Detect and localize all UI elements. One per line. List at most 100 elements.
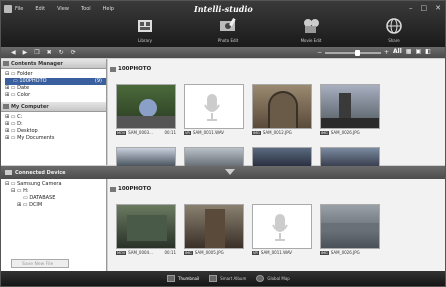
tree-label: Folder <box>17 71 33 77</box>
tree-item-100photo[interactable]: ▭ 100PHOTO (9) <box>5 78 106 85</box>
tree-label: DCIM <box>29 202 43 208</box>
thumbnail-image <box>320 147 380 167</box>
tree-item-date[interactable]: ⊞ ▭ Date <box>5 85 106 92</box>
thumbnail-tile[interactable]: VR SAM_0011.WAV <box>184 84 244 135</box>
device-icon <box>5 170 12 175</box>
detail-view-icon[interactable]: ◧ <box>425 48 431 55</box>
app-window: File Edit View Tool Help Intelli-studio … <box>0 0 446 287</box>
thumbnail-tile[interactable]: MOV SAM_0004... 00:11 <box>116 204 176 255</box>
tree-label: D: <box>17 121 23 127</box>
zoom-slider[interactable] <box>325 49 382 56</box>
tree-item-documents[interactable]: ⊞ ▭ My Documents <box>5 135 106 142</box>
tab-global-map[interactable]: Global Map <box>256 275 290 282</box>
device-view: 100PHOTO MOV SAM_0004... 00:11 IMG SAM_0005… <box>108 179 445 271</box>
tab-smart-album[interactable]: Smart Album <box>209 275 246 282</box>
nav-buttons: ◀ ▶ ❐ ✖ ↻ ⟳ <box>11 49 76 56</box>
file-name: SAM_0004... <box>128 250 153 255</box>
mode-switcher: Library Photo Edit Movie Edit Share <box>121 17 418 43</box>
minimize-icon[interactable]: – <box>409 4 413 12</box>
tree-item-database[interactable]: ▭ DATABASE <box>5 195 106 202</box>
tree-label: Date <box>17 85 30 91</box>
mode-library[interactable]: Library <box>121 17 169 43</box>
window-controls: – □ ✕ <box>409 4 441 12</box>
my-computer-header: My Computer <box>1 102 106 112</box>
thumbnail-tile[interactable]: IMG SAM_0012.JPG <box>252 84 312 135</box>
item-count: (9) <box>94 78 102 84</box>
tree-label: Desktop <box>17 128 38 134</box>
file-type-badge: MOV <box>116 130 127 135</box>
thumbnail-tile[interactable] <box>252 147 312 167</box>
file-type-badge: IMG <box>184 250 193 255</box>
mode-share[interactable]: Share <box>370 17 418 43</box>
view-all-button[interactable]: All <box>393 48 402 55</box>
menu-file[interactable]: File <box>15 6 23 12</box>
duration: 00:11 <box>164 130 176 135</box>
tab-label: Smart Album <box>220 276 247 281</box>
back-icon[interactable]: ◀ <box>11 49 16 56</box>
library-view: 100PHOTO MOV SAM_0003... 00:11 VR SAM_0011.… <box>108 59 445 167</box>
thumbnail-tile[interactable]: VR SAM_0011.WAV <box>252 204 312 255</box>
movie-edit-icon <box>304 19 319 33</box>
refresh-icon[interactable]: ⟳ <box>71 49 76 56</box>
zoom-control: − + <box>317 49 389 56</box>
tree-item-desktop[interactable]: ⊞ ▭ Desktop <box>5 128 106 135</box>
smart-album-icon <box>209 275 218 282</box>
contents-manager-header: Contents Manager <box>1 59 106 69</box>
library-icon <box>138 20 152 32</box>
zoom-knob[interactable] <box>355 49 361 56</box>
thumbnail-image <box>116 147 176 167</box>
save-new-file-button[interactable]: Save New File <box>11 259 69 268</box>
connected-device-bar: Connected Device <box>1 166 445 179</box>
tree-item-h[interactable]: ⊟ ▭ H: <box>5 188 106 195</box>
tree-label: My Documents <box>17 135 55 141</box>
mode-label: Photo Edit <box>217 38 239 43</box>
thumbnail-tile[interactable] <box>116 147 176 167</box>
contents-panel: Contents Manager ⊟ ▭ Folder ▭ 100PHOTO (… <box>1 59 107 165</box>
thumbnail-image <box>116 204 176 249</box>
menu-view[interactable]: View <box>57 6 69 12</box>
file-name: SAM_0005.JPG <box>194 250 224 255</box>
device-tree: ⊟ ▭ Samsung Camera ⊟ ▭ H: ▭ DATABASE ⊞ ▭… <box>1 179 106 212</box>
tree-item-d[interactable]: ⊞ ▭ D: <box>5 121 106 128</box>
thumbnail-tile[interactable] <box>320 147 380 167</box>
zoom-in-icon[interactable]: + <box>384 49 389 56</box>
mode-photo-edit[interactable]: Photo Edit <box>204 17 252 43</box>
delete-icon[interactable]: ✖ <box>47 49 52 56</box>
thumbnail-tile[interactable]: IMG SAM_0026.JPG <box>320 204 380 255</box>
tab-thumbnail[interactable]: Thumbnail <box>167 275 199 282</box>
thumbnail-tile[interactable]: IMG SAM_0026.JPG <box>320 84 380 135</box>
file-type-badge: VR <box>184 130 191 135</box>
close-icon[interactable]: ✕ <box>435 4 441 12</box>
title-bar: File Edit View Tool Help Intelli-studio … <box>1 1 445 53</box>
duration: 00:11 <box>164 250 176 255</box>
file-name: SAM_0026.JPG <box>330 250 360 255</box>
tree-item-folder[interactable]: ⊟ ▭ Folder <box>5 71 106 78</box>
thumbnail-tile[interactable]: MOV SAM_0003... 00:11 <box>116 84 176 135</box>
forward-icon[interactable]: ▶ <box>23 49 28 56</box>
folder-title: 100PHOTO <box>108 66 151 76</box>
thumbnail-row-partial <box>116 147 380 167</box>
zoom-out-icon[interactable]: − <box>317 49 322 56</box>
contents-icon <box>3 61 9 66</box>
tree-item-dcim[interactable]: ⊞ ▭ DCIM <box>5 202 106 209</box>
tree-item-c[interactable]: ⊞ ▭ C: <box>5 114 106 121</box>
maximize-icon[interactable]: □ <box>421 4 428 12</box>
tree-label: 100PHOTO <box>19 78 47 84</box>
menu-help[interactable]: Help <box>103 6 114 12</box>
grid-view-icon[interactable]: ▦ <box>406 48 412 55</box>
thumbnail-image <box>184 204 244 249</box>
tab-label: Thumbnail <box>178 276 200 281</box>
rotate-icon[interactable]: ↻ <box>59 49 64 56</box>
single-view-icon[interactable]: ▣ <box>415 48 421 55</box>
thumbnail-image <box>320 204 380 249</box>
thumbnail-tile[interactable] <box>184 147 244 167</box>
file-name: SAM_0003... <box>128 130 153 135</box>
copy-icon[interactable]: ❐ <box>34 49 39 56</box>
tree-item-camera[interactable]: ⊟ ▭ Samsung Camera <box>5 181 106 188</box>
mode-movie-edit[interactable]: Movie Edit <box>287 17 335 43</box>
tree-item-color[interactable]: ⊞ ▭ Color <box>5 92 106 99</box>
thumbnail-tile[interactable]: IMG SAM_0005.JPG <box>184 204 244 255</box>
menu-tool[interactable]: Tool <box>81 6 91 12</box>
menu-edit[interactable]: Edit <box>35 6 45 12</box>
collapse-arrow-icon[interactable] <box>225 169 235 175</box>
